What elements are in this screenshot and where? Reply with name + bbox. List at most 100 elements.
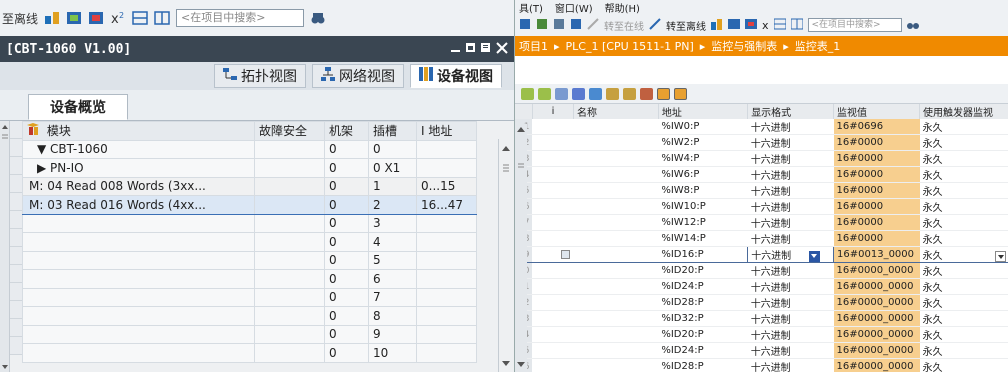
cell-i-address[interactable] [416, 139, 477, 159]
cell-name[interactable] [573, 182, 659, 199]
cell-monitor-value[interactable]: 16#0000_0000 [833, 358, 920, 372]
cell-monitor-value[interactable]: 16#0000 [833, 166, 920, 183]
cell-slot[interactable]: 1 [368, 176, 417, 196]
cell-i-address[interactable] [416, 213, 477, 233]
table-row[interactable]: 7%IW12:P十六进制16#0000永久 [515, 214, 1008, 231]
simulate-icon[interactable] [570, 18, 582, 33]
cell-trigger-monitor[interactable]: 永久 [919, 214, 1008, 231]
cell-slot[interactable]: 0 [368, 139, 417, 159]
device-overview-tab[interactable]: 设备概览 [28, 94, 128, 120]
cell-info[interactable] [532, 342, 574, 359]
monitor-now-icon[interactable] [674, 87, 687, 100]
cell-name[interactable] [573, 198, 659, 215]
cell-monitor-value[interactable]: 16#0000 [833, 198, 920, 215]
cell-module[interactable]: M: 03 Read 016 Words (4xx... [22, 195, 255, 215]
disable-periphery-icon[interactable] [623, 87, 636, 100]
table-row[interactable]: 0 10 [22, 343, 477, 363]
cell-monitor-value[interactable]: 16#0000 [833, 182, 920, 199]
cell-monitor-value[interactable]: 16#0013_0000 [833, 246, 920, 263]
cell-i-address[interactable] [416, 269, 477, 289]
table-row[interactable]: 5%IW8:P十六进制16#0000永久 [515, 182, 1008, 199]
cell-name[interactable] [573, 119, 659, 135]
cell-failsafe[interactable] [254, 139, 325, 159]
cell-i-address[interactable] [416, 306, 477, 326]
accessible-devices-icon[interactable] [44, 10, 60, 26]
cell-info[interactable] [532, 326, 574, 343]
insert-row-icon[interactable] [521, 87, 534, 100]
cell-info[interactable] [532, 278, 574, 295]
cell-name[interactable] [573, 342, 659, 359]
cell-name[interactable] [573, 150, 659, 167]
split-horizontal-icon[interactable] [132, 10, 148, 26]
cell-monitor-value[interactable]: 16#0000_0000 [833, 310, 920, 327]
breadcrumb-item[interactable]: 监控与强制表 [711, 38, 777, 54]
breadcrumb-item[interactable]: 项目1 [519, 38, 548, 54]
cell-monitor-value[interactable]: 16#0000_0000 [833, 278, 920, 295]
table-row[interactable]: ▶ PN-IO 0 0 X1 [22, 158, 477, 178]
cell-info[interactable] [532, 198, 574, 215]
cell-failsafe[interactable] [254, 250, 325, 270]
search-binoculars-icon[interactable] [310, 10, 326, 26]
cell-display-format[interactable]: 十六进制 [747, 134, 834, 151]
cell-name[interactable] [573, 310, 659, 327]
menu-tools[interactable]: 具(T) [519, 0, 543, 15]
float-window-icon[interactable] [466, 42, 476, 56]
project-search-input[interactable]: <在项目中搜索> [807, 18, 902, 32]
table-row[interactable]: M: 04 Read 008 Words (3xx... 0 1 0...15 [22, 176, 477, 196]
format-dropdown-icon[interactable] [809, 250, 821, 262]
table-row[interactable]: 2%IW2:P十六进制16#0000永久 [515, 134, 1008, 151]
cell-failsafe[interactable] [254, 324, 325, 344]
table-row[interactable]: 08 [22, 306, 477, 326]
cell-rack[interactable]: 0 [324, 269, 369, 289]
cell-info[interactable] [532, 262, 574, 279]
cell-failsafe[interactable] [254, 176, 325, 196]
col-display-format[interactable]: 显示格式 [747, 104, 835, 119]
cell-trigger-monitor[interactable]: 永久 [919, 310, 1008, 327]
cell-module[interactable] [22, 250, 255, 270]
cell-module[interactable] [22, 213, 255, 233]
cell-info[interactable] [532, 166, 574, 183]
cell-module[interactable] [22, 269, 255, 289]
cell-trigger-monitor[interactable]: 永久 [919, 342, 1008, 359]
menu-help[interactable]: 帮助(H) [605, 0, 640, 15]
cell-monitor-value[interactable]: 16#0000_0000 [833, 342, 920, 359]
cell-name[interactable] [573, 134, 659, 151]
cell-address[interactable]: %ID32:P [658, 310, 748, 327]
row-info-icon[interactable] [561, 249, 571, 259]
cell-monitor-value[interactable]: 16#0000 [833, 214, 920, 231]
cell-name[interactable] [573, 214, 659, 231]
cell-failsafe[interactable] [254, 306, 325, 326]
cell-display-format[interactable]: 十六进制 [747, 262, 834, 279]
cell-address[interactable]: %ID24:P [658, 278, 748, 295]
table-scrollbar[interactable] [498, 139, 512, 372]
table-row[interactable]: 03 [22, 213, 477, 233]
cell-i-address[interactable]: 0...15 [416, 176, 477, 196]
cell-address[interactable]: %IW6:P [658, 166, 748, 183]
cell-address[interactable]: %IW8:P [658, 182, 748, 199]
cell-name[interactable] [573, 262, 659, 279]
table-row[interactable]: 1%IW0:P十六进制16#0696永久 [515, 119, 1008, 135]
col-info[interactable]: i [532, 104, 574, 119]
modify-value-icon[interactable] [555, 87, 568, 100]
cell-i-address[interactable] [416, 158, 477, 178]
cell-name[interactable] [573, 326, 659, 343]
table-row[interactable]: 07 [22, 287, 477, 307]
cell-name[interactable] [573, 166, 659, 183]
cell-slot[interactable]: 6 [368, 269, 417, 289]
cell-slot[interactable]: 10 [368, 343, 417, 363]
cell-trigger-monitor[interactable]: 永久 [919, 150, 1008, 167]
table-row[interactable]: 8%IW14:P十六进制16#0000永久 [515, 230, 1008, 247]
cell-rack[interactable]: 0 [324, 343, 369, 363]
cell-slot[interactable]: 7 [368, 287, 417, 307]
cross-reference-icon[interactable]: x [762, 19, 769, 32]
col-failsafe[interactable]: 故障安全 [254, 121, 325, 141]
maximize-icon[interactable] [481, 42, 491, 56]
cell-trigger-monitor[interactable]: 永久 [919, 326, 1008, 343]
cell-trigger-monitor[interactable]: 永久 [919, 262, 1008, 279]
cell-rack[interactable]: 0 [324, 139, 369, 159]
cell-trigger-monitor[interactable]: 永久 [919, 166, 1008, 183]
cell-module[interactable] [22, 232, 255, 252]
cell-slot[interactable]: 0 X1 [368, 158, 417, 178]
cell-i-address[interactable] [416, 343, 477, 363]
cell-failsafe[interactable] [254, 232, 325, 252]
